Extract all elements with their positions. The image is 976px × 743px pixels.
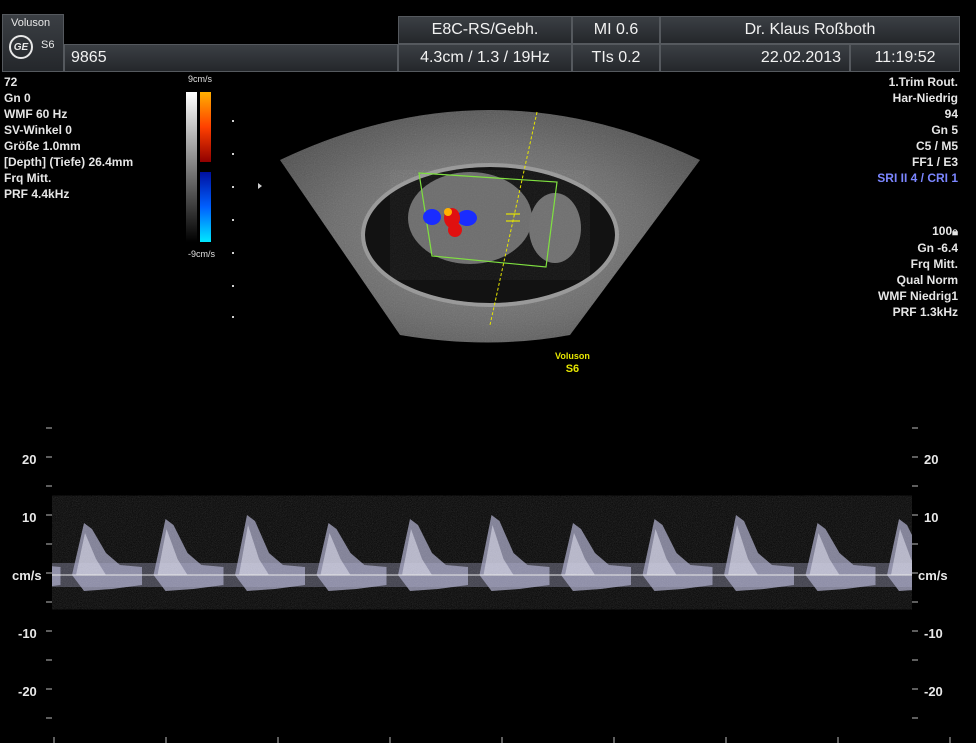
axis-right-20: 20 xyxy=(924,452,939,467)
patient-id: 9865 xyxy=(64,44,398,72)
axis-right-neg20: -20 xyxy=(924,684,943,699)
axis-left-neg20: -20 xyxy=(18,684,37,699)
param-depth: [Depth] (Tiefe) 26.4mm xyxy=(4,155,134,169)
axis-left-unit: cm/s xyxy=(12,568,42,583)
right-doppler-panel: 100🔒︎ Gn -6.4 Frq Mitt. Qual Norm WMF Ni… xyxy=(878,223,958,320)
bmode-sector-image[interactable] xyxy=(270,100,710,345)
exam-time: 11:19:52 xyxy=(850,44,960,72)
doppler-waveform xyxy=(52,505,912,600)
color-scale-bar xyxy=(186,92,262,318)
rparam-power: 100🔒︎ xyxy=(932,224,958,238)
rparam-filter: FF1 / E3 xyxy=(911,155,958,169)
spectral-doppler-trace[interactable] xyxy=(0,410,976,743)
param-wall-filter: WMF 60 Hz xyxy=(4,107,68,121)
axis-right-unit: cm/s xyxy=(918,568,948,583)
rparam-gain: Gn 5 xyxy=(931,123,958,137)
rparam-program: 1.Trim Rout. xyxy=(888,75,958,89)
exam-date: 22.02.2013 xyxy=(660,44,850,72)
axis-left-neg10: -10 xyxy=(18,626,37,641)
operator-name: Dr. Klaus Roßboth xyxy=(660,16,960,44)
brand-label: Voluson xyxy=(11,17,51,29)
depth-info: 4.3cm / 1.3 / 19Hz xyxy=(398,44,572,72)
rparam-dynamic: 94 xyxy=(944,107,958,121)
rparam-sri: SRI II 4 / CRI 1 xyxy=(877,171,958,185)
right-parameter-panel: 1.Trim Rout. Har-Niedrig 94 Gn 5 C5 / M5… xyxy=(877,74,958,186)
model-label: S6 xyxy=(41,39,55,51)
rparam-harmonic: Har-Niedrig xyxy=(892,91,958,105)
left-parameter-panel: 72 Gn 0 WMF 60 Hz SV-Winkel 0 Größe 1.0m… xyxy=(4,74,133,202)
ge-logo-icon: GE xyxy=(9,35,33,59)
axis-right-neg10: -10 xyxy=(924,626,943,641)
tis-value: TIs 0.2 xyxy=(572,44,660,72)
image-watermark: Voluson S6 xyxy=(555,351,590,375)
probe-preset: E8C-RS/Gebh. xyxy=(398,16,572,44)
axis-left-20: 20 xyxy=(22,452,37,467)
rparam-wall-filter: WMF Niedrig1 xyxy=(878,289,958,303)
param-prf: PRF 4.4kHz xyxy=(4,187,70,201)
color-scale-top: 9cm/s xyxy=(188,74,213,84)
ge-voluson-logo: Voluson GE S6 xyxy=(2,14,64,72)
axis-left-10: 10 xyxy=(22,510,37,525)
rparam-doppler-freq: Frq Mitt. xyxy=(910,257,958,271)
param-frame: 72 xyxy=(4,75,18,89)
rparam-doppler-gain: Gn -6.4 xyxy=(917,241,958,255)
param-gain: Gn 0 xyxy=(4,91,31,105)
rparam-doppler-prf: PRF 1.3kHz xyxy=(892,305,958,319)
lock-icon: 🔒︎ xyxy=(952,226,958,238)
rparam-quality: Qual Norm xyxy=(896,273,958,287)
spectral-speckle xyxy=(52,505,912,600)
axis-right-10: 10 xyxy=(924,510,939,525)
param-sv-angle: SV-Winkel 0 xyxy=(4,123,72,137)
param-frequency: Frq Mitt. xyxy=(4,171,52,185)
rparam-map: C5 / M5 xyxy=(915,139,958,153)
mi-value: MI 0.6 xyxy=(572,16,660,44)
param-gate-size: Größe 1.0mm xyxy=(4,139,81,153)
